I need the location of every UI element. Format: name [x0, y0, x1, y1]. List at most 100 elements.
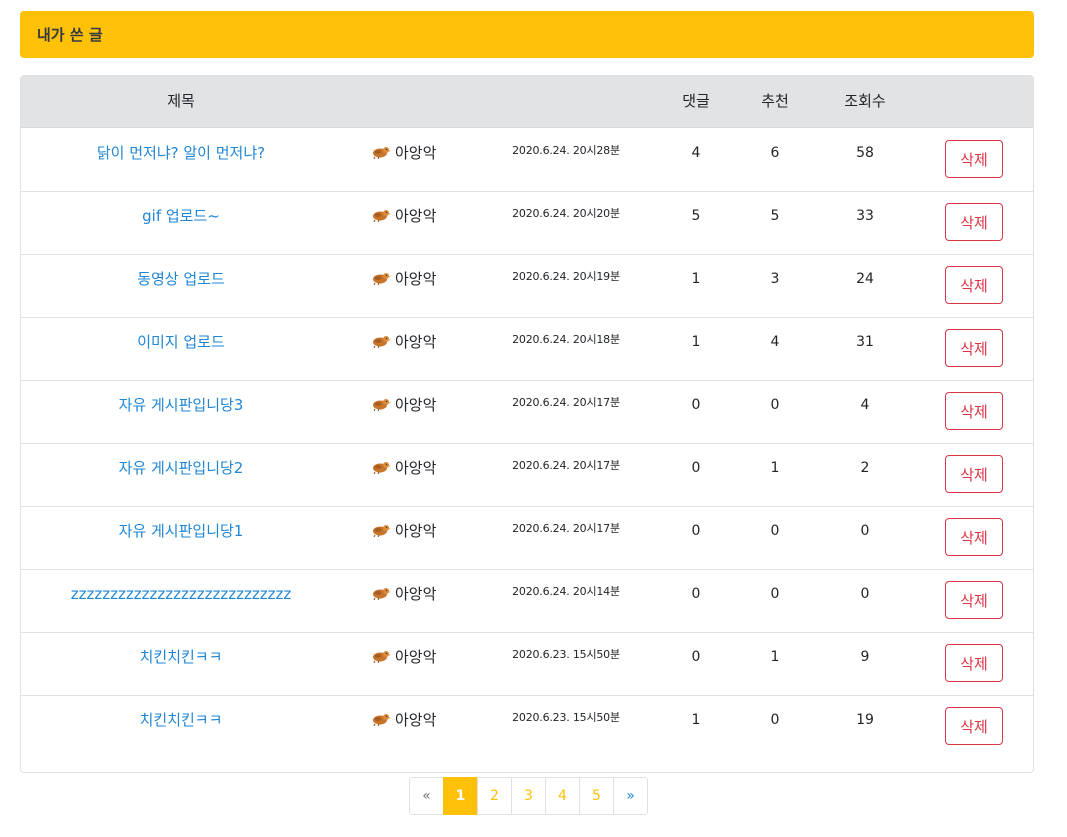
- post-author: 아앙악: [395, 459, 437, 477]
- table-row: 동영상 업로드 아앙악 2020.6.24. 20시19분 1 3 24 삭제: [21, 254, 1033, 318]
- post-date: 2020.6.24. 20시19분: [512, 270, 620, 283]
- table-row: 이미지 업로드 아앙악 2020.6.24. 20시18분 1 4 31 삭제: [21, 317, 1033, 381]
- post-comment-count: 5: [691, 208, 701, 224]
- chicken-icon: [371, 696, 391, 746]
- post-view-count: 58: [856, 145, 874, 161]
- column-likes: 추천: [761, 92, 789, 110]
- table-row: 닭이 먼저냐? 알이 먼저냐? 아앙악 2020.6.24. 20시28분 4 6 58 삭…: [21, 128, 1033, 192]
- delete-button[interactable]: 삭제: [945, 707, 1003, 745]
- post-title-link[interactable]: 동영상 업로드: [137, 270, 225, 288]
- post-author: 아앙악: [395, 711, 437, 729]
- post-date: 2020.6.24. 20시20분: [512, 207, 620, 220]
- chicken-icon: [371, 570, 391, 620]
- post-view-count: 19: [856, 712, 874, 728]
- chicken-icon: [371, 255, 391, 305]
- column-views: 조회수: [844, 92, 886, 110]
- post-date: 2020.6.24. 20시17분: [512, 396, 620, 409]
- pagination-page-4[interactable]: 4: [545, 777, 580, 815]
- post-view-count: 24: [856, 271, 874, 287]
- delete-button[interactable]: 삭제: [945, 581, 1003, 619]
- post-comment-count: 1: [691, 712, 701, 728]
- post-comment-count: 1: [691, 334, 701, 350]
- post-date: 2020.6.24. 20시14분: [512, 585, 620, 598]
- post-like-count: 1: [770, 460, 780, 476]
- post-title-link[interactable]: 자유 게시판입니당1: [119, 522, 244, 540]
- delete-button[interactable]: 삭제: [945, 392, 1003, 430]
- post-comment-count: 0: [691, 460, 701, 476]
- posts-table: 제목 댓글 추천 조회수 닭이 먼저냐? 알이 먼저냐? 아앙악 2020.6.24…: [20, 75, 1034, 773]
- post-author: 아앙악: [395, 522, 437, 540]
- table-row: 자유 게시판입니당1 아앙악 2020.6.24. 20시17분 0 0 0 삭제: [21, 506, 1033, 570]
- chicken-icon: [371, 129, 391, 179]
- post-comment-count: 0: [691, 586, 701, 602]
- pagination-prev-button[interactable]: «: [409, 777, 444, 815]
- delete-button[interactable]: 삭제: [945, 455, 1003, 493]
- post-comment-count: 0: [691, 397, 701, 413]
- post-author: 아앙악: [395, 333, 437, 351]
- table-row: gif 업로드~ 아앙악 2020.6.24. 20시20분 5 5 33 삭제: [21, 191, 1033, 255]
- table-header: 제목 댓글 추천 조회수: [21, 76, 1033, 128]
- post-like-count: 1: [770, 649, 780, 665]
- post-author: 아앙악: [395, 396, 437, 414]
- post-author: 아앙악: [395, 270, 437, 288]
- post-view-count: 0: [860, 586, 870, 602]
- post-author: 아앙악: [395, 585, 437, 603]
- pagination-page-5[interactable]: 5: [579, 777, 614, 815]
- pagination-next-button[interactable]: »: [613, 777, 648, 815]
- post-date: 2020.6.23. 15시50분: [512, 648, 620, 661]
- post-title-link[interactable]: 이미지 업로드: [137, 333, 225, 351]
- post-date: 2020.6.24. 20시17분: [512, 522, 620, 535]
- post-comment-count: 0: [691, 649, 701, 665]
- post-comment-count: 1: [691, 271, 701, 287]
- post-date: 2020.6.24. 20시17분: [512, 459, 620, 472]
- post-title-link[interactable]: 닭이 먼저냐? 알이 먼저냐?: [97, 144, 265, 162]
- post-date: 2020.6.24. 20시28분: [512, 144, 620, 157]
- post-title-link[interactable]: 치킨치킨ㅋㅋ: [140, 711, 223, 729]
- delete-button[interactable]: 삭제: [945, 203, 1003, 241]
- post-view-count: 31: [856, 334, 874, 350]
- pagination: « 1 2 3 4 5 »: [409, 777, 648, 815]
- post-view-count: 2: [860, 460, 870, 476]
- post-title-link[interactable]: 자유 게시판입니당3: [119, 396, 244, 414]
- post-date: 2020.6.23. 15시50분: [512, 711, 620, 724]
- post-comment-count: 0: [691, 523, 701, 539]
- post-like-count: 3: [770, 271, 780, 287]
- chicken-icon: [371, 633, 391, 683]
- chicken-icon: [371, 444, 391, 494]
- table-row: 자유 게시판입니당3 아앙악 2020.6.24. 20시17분 0 0 4 삭제: [21, 380, 1033, 444]
- table-row: 치킨치킨ㅋㅋ 아앙악 2020.6.23. 15시50분 1 0 19 삭제: [21, 695, 1033, 758]
- post-author: 아앙악: [395, 648, 437, 666]
- table-row: zzzzzzzzzzzzzzzzzzzzzzzzzzzz 아앙악 2020.6.24…: [21, 569, 1033, 633]
- column-title: 제목: [167, 92, 195, 110]
- delete-button[interactable]: 삭제: [945, 140, 1003, 178]
- post-date: 2020.6.24. 20시18분: [512, 333, 620, 346]
- post-like-count: 5: [770, 208, 780, 224]
- pagination-page-1[interactable]: 1: [443, 777, 478, 815]
- post-title-link[interactable]: zzzzzzzzzzzzzzzzzzzzzzzzzzzz: [71, 585, 291, 603]
- chicken-icon: [371, 381, 391, 431]
- post-like-count: 4: [770, 334, 780, 350]
- post-like-count: 0: [770, 397, 780, 413]
- pagination-page-2[interactable]: 2: [477, 777, 512, 815]
- page-title: 내가 쓴 글: [37, 26, 103, 44]
- delete-button[interactable]: 삭제: [945, 644, 1003, 682]
- delete-button[interactable]: 삭제: [945, 518, 1003, 556]
- pagination-page-3[interactable]: 3: [511, 777, 546, 815]
- post-like-count: 0: [770, 712, 780, 728]
- post-title-link[interactable]: 치킨치킨ㅋㅋ: [140, 648, 223, 666]
- table-row: 치킨치킨ㅋㅋ 아앙악 2020.6.23. 15시50분 0 1 9 삭제: [21, 632, 1033, 696]
- column-comments: 댓글: [682, 92, 710, 110]
- delete-button[interactable]: 삭제: [945, 329, 1003, 367]
- post-like-count: 6: [770, 145, 780, 161]
- post-view-count: 0: [860, 523, 870, 539]
- chicken-icon: [371, 507, 391, 557]
- post-author: 아앙악: [395, 207, 437, 225]
- delete-button[interactable]: 삭제: [945, 266, 1003, 304]
- post-title-link[interactable]: 자유 게시판입니당2: [119, 459, 244, 477]
- chicken-icon: [371, 318, 391, 368]
- post-view-count: 33: [856, 208, 874, 224]
- post-comment-count: 4: [691, 145, 701, 161]
- post-like-count: 0: [770, 586, 780, 602]
- post-title-link[interactable]: gif 업로드~: [142, 207, 220, 225]
- post-like-count: 0: [770, 523, 780, 539]
